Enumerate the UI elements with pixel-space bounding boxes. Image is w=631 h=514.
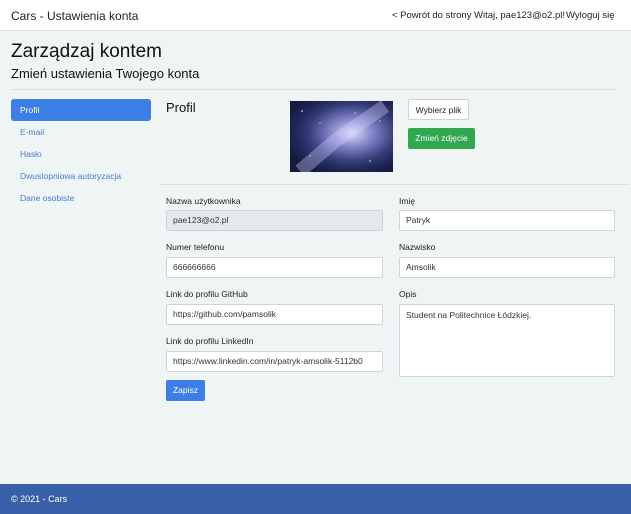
sidebar-item-personal-data[interactable]: Dane osobiste (11, 187, 151, 209)
change-photo-button[interactable]: Zmień zdjęcie (408, 128, 475, 149)
divider (160, 184, 630, 185)
github-field[interactable]: https://github.com/pamsolik (166, 304, 383, 325)
github-label: Link do profilu GitHub (166, 289, 248, 299)
first-name-label: Imię (399, 196, 416, 206)
choose-file-button[interactable]: Wybierz plik (408, 99, 469, 120)
sidebar-item-two-factor[interactable]: Dwustopniowa autoryzacja (11, 165, 151, 187)
footer: © 2021 - Cars (0, 484, 631, 514)
first-name-field[interactable]: Patryk (399, 210, 615, 231)
brand-title[interactable]: Cars - Ustawienia konta (11, 9, 138, 23)
linkedin-field[interactable]: https://www.linkedin.com/in/patryk-amsol… (166, 351, 383, 372)
divider (11, 89, 616, 90)
description-textarea[interactable]: Student na Politechnice Łódzkiej. (399, 304, 615, 377)
profile-photo (290, 101, 393, 172)
linkedin-label: Link do profilu LinkedIn (166, 336, 254, 346)
last-name-label: Nazwisko (399, 242, 436, 252)
profile-section-title: Profil (166, 100, 196, 115)
back-to-site-link[interactable]: < Powrót do strony (392, 10, 471, 21)
page-title: Zarządzaj kontem (11, 41, 163, 62)
logout-button[interactable]: Wyloguj się (566, 10, 615, 21)
sidebar-item-password[interactable]: Hasło (11, 143, 151, 165)
footer-copyright: © 2021 - Cars (11, 494, 68, 504)
description-label: Opis (399, 289, 417, 299)
galaxy-image (290, 101, 393, 172)
page-subtitle: Zmień ustawienia Twojego konta (11, 66, 200, 81)
user-greeting-link[interactable]: Witaj, pae123@o2.pl! (474, 10, 565, 21)
username-field: pae123@o2.pl (166, 210, 383, 231)
top-navbar: Cars - Ustawienia konta < Powrót do stro… (0, 0, 631, 31)
username-label: Nazwa użytkownika (166, 196, 241, 206)
settings-sidebar: Profil E-mail Hasło Dwustopniowa autoryz… (11, 99, 151, 209)
last-name-field[interactable]: Amsolik (399, 257, 615, 278)
phone-field[interactable]: 666666666 (166, 257, 383, 278)
sidebar-item-profile[interactable]: Profil (11, 99, 151, 121)
phone-label: Numer telefonu (166, 242, 225, 252)
save-button[interactable]: Zapisz (166, 380, 205, 401)
sidebar-item-email[interactable]: E-mail (11, 121, 151, 143)
